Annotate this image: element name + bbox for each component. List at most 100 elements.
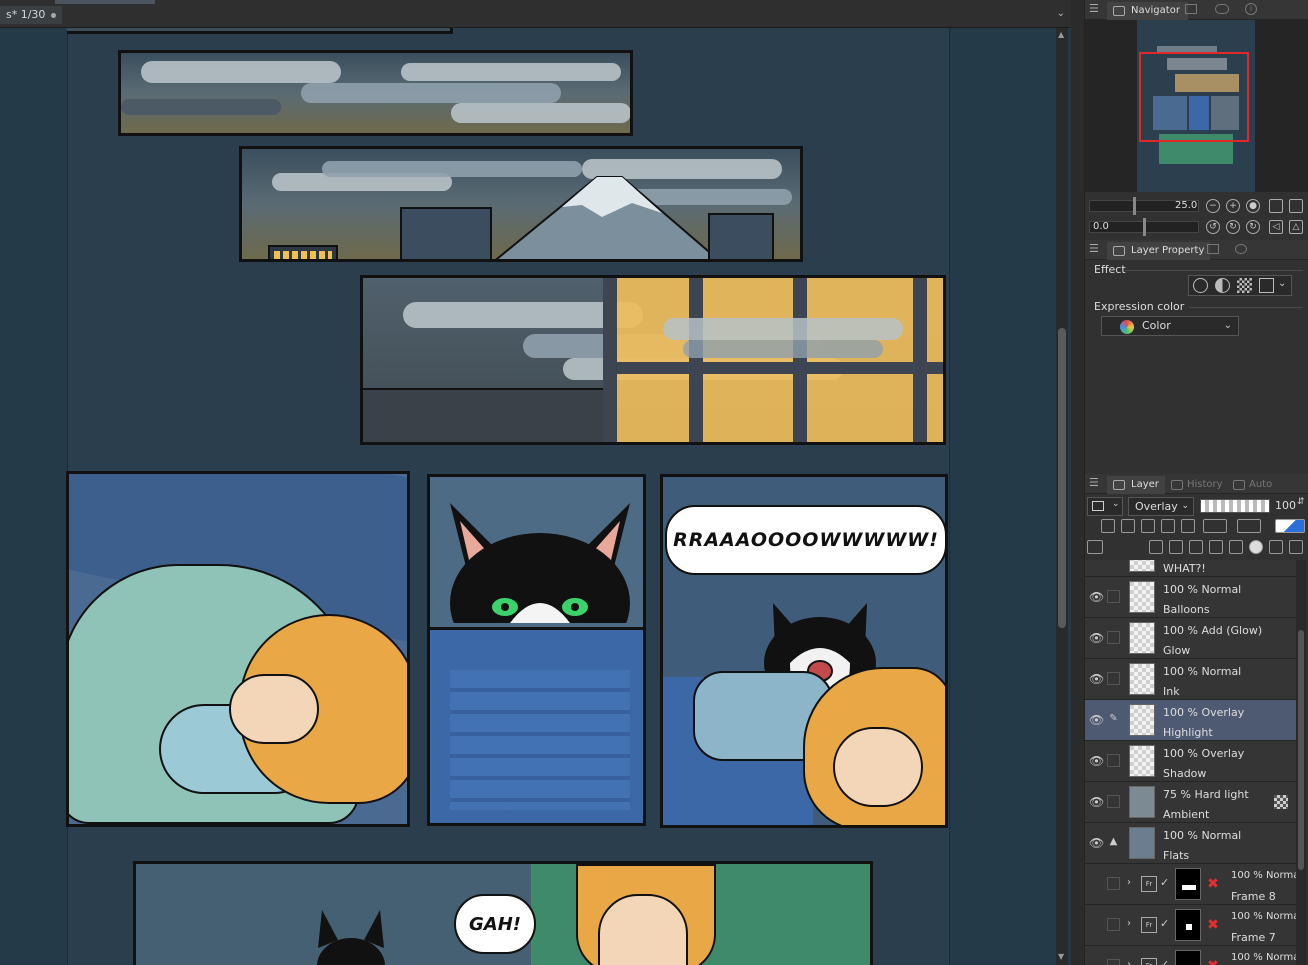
merge-down-icon[interactable]: [1229, 540, 1243, 554]
layer-checkbox[interactable]: [1107, 877, 1120, 890]
eye-icon[interactable]: [1089, 877, 1103, 891]
chevron-down-icon[interactable]: ⌄: [1057, 8, 1065, 19]
scroll-up-icon[interactable]: ▲: [1058, 30, 1064, 39]
clip-lower-layer-icon[interactable]: [1101, 519, 1115, 533]
fit-window-icon[interactable]: [1289, 199, 1303, 213]
rotate-left-icon[interactable]: ↺: [1206, 220, 1220, 234]
chevron-right-icon[interactable]: ›: [1127, 918, 1131, 929]
zoom-out-icon[interactable]: −: [1206, 199, 1220, 213]
new-folder-icon[interactable]: [1189, 540, 1203, 554]
eye-icon[interactable]: 👁: [1089, 836, 1104, 850]
eye-icon[interactable]: 👁: [1089, 754, 1104, 768]
layer-search-icon[interactable]: [1235, 244, 1247, 254]
rotate-right-icon[interactable]: ↻: [1226, 220, 1240, 234]
layer-checkbox[interactable]: [1107, 959, 1120, 965]
eye-icon[interactable]: [1089, 918, 1103, 932]
canvas-scrollbar[interactable]: [1056, 28, 1068, 965]
document-tab[interactable]: s* 1/30: [0, 6, 63, 24]
scroll-down-icon[interactable]: ▼: [1058, 952, 1064, 961]
new-vector-layer-icon[interactable]: [1169, 540, 1183, 554]
navigator-view[interactable]: [1085, 20, 1308, 192]
frame-folder-row[interactable]: › Fr ✓ ✖ 100 % Normal Frame 8: [1085, 864, 1296, 905]
palette-menu-icon[interactable]: ☰: [1089, 2, 1099, 15]
layer-row[interactable]: 👁 100 % Add (Glow) Glow: [1085, 618, 1296, 659]
palette-menu-icon[interactable]: ☰: [1089, 242, 1099, 255]
delete-layer-icon[interactable]: [1289, 540, 1303, 554]
flip-vertical-icon[interactable]: △: [1289, 220, 1303, 234]
layer-list-scrollbar[interactable]: [1296, 560, 1306, 965]
eye-icon[interactable]: [1089, 959, 1103, 965]
actual-size-icon[interactable]: ●: [1246, 199, 1260, 213]
chevron-down-icon[interactable]: ⌄: [1278, 278, 1286, 289]
tab-navigator[interactable]: Navigator: [1107, 2, 1188, 20]
search-layer-icon[interactable]: [1207, 244, 1219, 254]
tone-icon[interactable]: [1237, 278, 1252, 293]
frame-folder-row[interactable]: › Fr ✓ ✖ 100 % Normal: [1085, 946, 1296, 965]
rotate-value[interactable]: 0.0: [1093, 221, 1109, 232]
blending-mode-select[interactable]: Overlay ⌄: [1128, 497, 1194, 516]
scrollbar-thumb[interactable]: [1298, 630, 1304, 870]
fit-icon[interactable]: [1269, 199, 1283, 213]
mask-disabled-icon[interactable]: ✖: [1205, 876, 1221, 892]
layer-row[interactable]: WHAT?!: [1085, 560, 1296, 577]
lock-transparent-icon[interactable]: [1181, 519, 1195, 533]
rotate-slider-handle[interactable]: [1143, 218, 1146, 236]
expression-color-select[interactable]: Color ⌄: [1101, 316, 1239, 336]
create-mask-icon[interactable]: [1249, 540, 1263, 554]
info-icon[interactable]: i: [1245, 3, 1257, 15]
canvas-area[interactable]: s* 1/30 ⌄ RRAAAOOOOWWWWW! GAH! ▲ ▼: [0, 0, 1071, 965]
layer-row[interactable]: 👁 75 % Hard light Ambient: [1085, 782, 1296, 823]
opacity-value[interactable]: 100: [1275, 499, 1296, 512]
zoom-slider-handle[interactable]: [1133, 197, 1136, 215]
layer-color-swatch[interactable]: [1275, 519, 1305, 533]
enable-mask-icon[interactable]: [1203, 519, 1227, 533]
new-raster-layer-icon[interactable]: [1149, 540, 1163, 554]
flip-horizontal-icon[interactable]: ◁: [1269, 220, 1283, 234]
layer-checkbox[interactable]: [1107, 631, 1120, 644]
tab-layer[interactable]: Layer: [1107, 476, 1165, 494]
layer-checkbox[interactable]: [1107, 672, 1120, 685]
eye-icon[interactable]: 👁: [1089, 590, 1104, 604]
navigator-viewport-box[interactable]: [1139, 52, 1249, 142]
reference-layer-icon[interactable]: [1121, 519, 1135, 533]
opacity-stepper-icon[interactable]: ⇵: [1297, 497, 1305, 507]
mask-disabled-icon[interactable]: ✖: [1205, 917, 1221, 933]
layer-checkbox[interactable]: [1107, 754, 1120, 767]
layer-checkbox[interactable]: [1107, 918, 1120, 931]
eye-icon[interactable]: 👁: [1089, 795, 1104, 809]
subview-icon[interactable]: [1185, 4, 1197, 14]
eye-icon[interactable]: 👁: [1089, 672, 1104, 686]
apply-mask-icon[interactable]: [1269, 540, 1283, 554]
tab-layer-property[interactable]: Layer Property: [1107, 242, 1211, 260]
draft-layer-icon[interactable]: [1141, 519, 1155, 533]
zoom-in-icon[interactable]: +: [1226, 199, 1240, 213]
extract-line-icon[interactable]: [1215, 278, 1230, 293]
layer-palette-list-icon[interactable]: [1087, 540, 1103, 554]
preview-icon[interactable]: [1215, 4, 1229, 14]
layer-row-selected[interactable]: 👁 ✎ 100 % Overlay Highlight: [1085, 700, 1296, 741]
frame-folder-row[interactable]: › Fr ✓ ✖ 100 % Normal Frame 7: [1085, 905, 1296, 946]
border-effect-icon[interactable]: [1193, 278, 1208, 293]
layer-row[interactable]: 👁 100 % Overlay Shadow: [1085, 741, 1296, 782]
scrollbar-thumb[interactable]: [1058, 328, 1066, 628]
tab-auto-action[interactable]: Auto Action: [1227, 476, 1308, 508]
layer-color-icon[interactable]: [1259, 278, 1274, 293]
layer-checkbox[interactable]: [1107, 590, 1120, 603]
layer-row[interactable]: 👁 ▲ 100 % Normal Flats: [1085, 823, 1296, 864]
layer-mode-select[interactable]: ⌄: [1087, 497, 1123, 516]
mask-disabled-icon[interactable]: ✖: [1205, 958, 1221, 965]
chevron-right-icon[interactable]: ›: [1127, 877, 1131, 888]
eye-icon[interactable]: 👁: [1089, 713, 1104, 727]
layer-row[interactable]: 👁 100 % Normal Balloons: [1085, 577, 1296, 618]
reset-rotate-icon[interactable]: ↻: [1246, 220, 1260, 234]
ruler-visibility-icon[interactable]: [1237, 519, 1261, 533]
zoom-value[interactable]: 25.0: [1175, 200, 1197, 211]
layer-list[interactable]: WHAT?! 👁 100 % Normal Balloons 👁 100 % A…: [1085, 560, 1296, 965]
tab-history[interactable]: History: [1165, 476, 1227, 494]
transfer-down-icon[interactable]: [1209, 540, 1223, 554]
layer-checkbox[interactable]: [1107, 795, 1120, 808]
opacity-slider[interactable]: [1200, 499, 1270, 513]
lock-layer-icon[interactable]: [1161, 519, 1175, 533]
layer-row[interactable]: 👁 100 % Normal Ink: [1085, 659, 1296, 700]
eye-icon[interactable]: 👁: [1089, 631, 1104, 645]
